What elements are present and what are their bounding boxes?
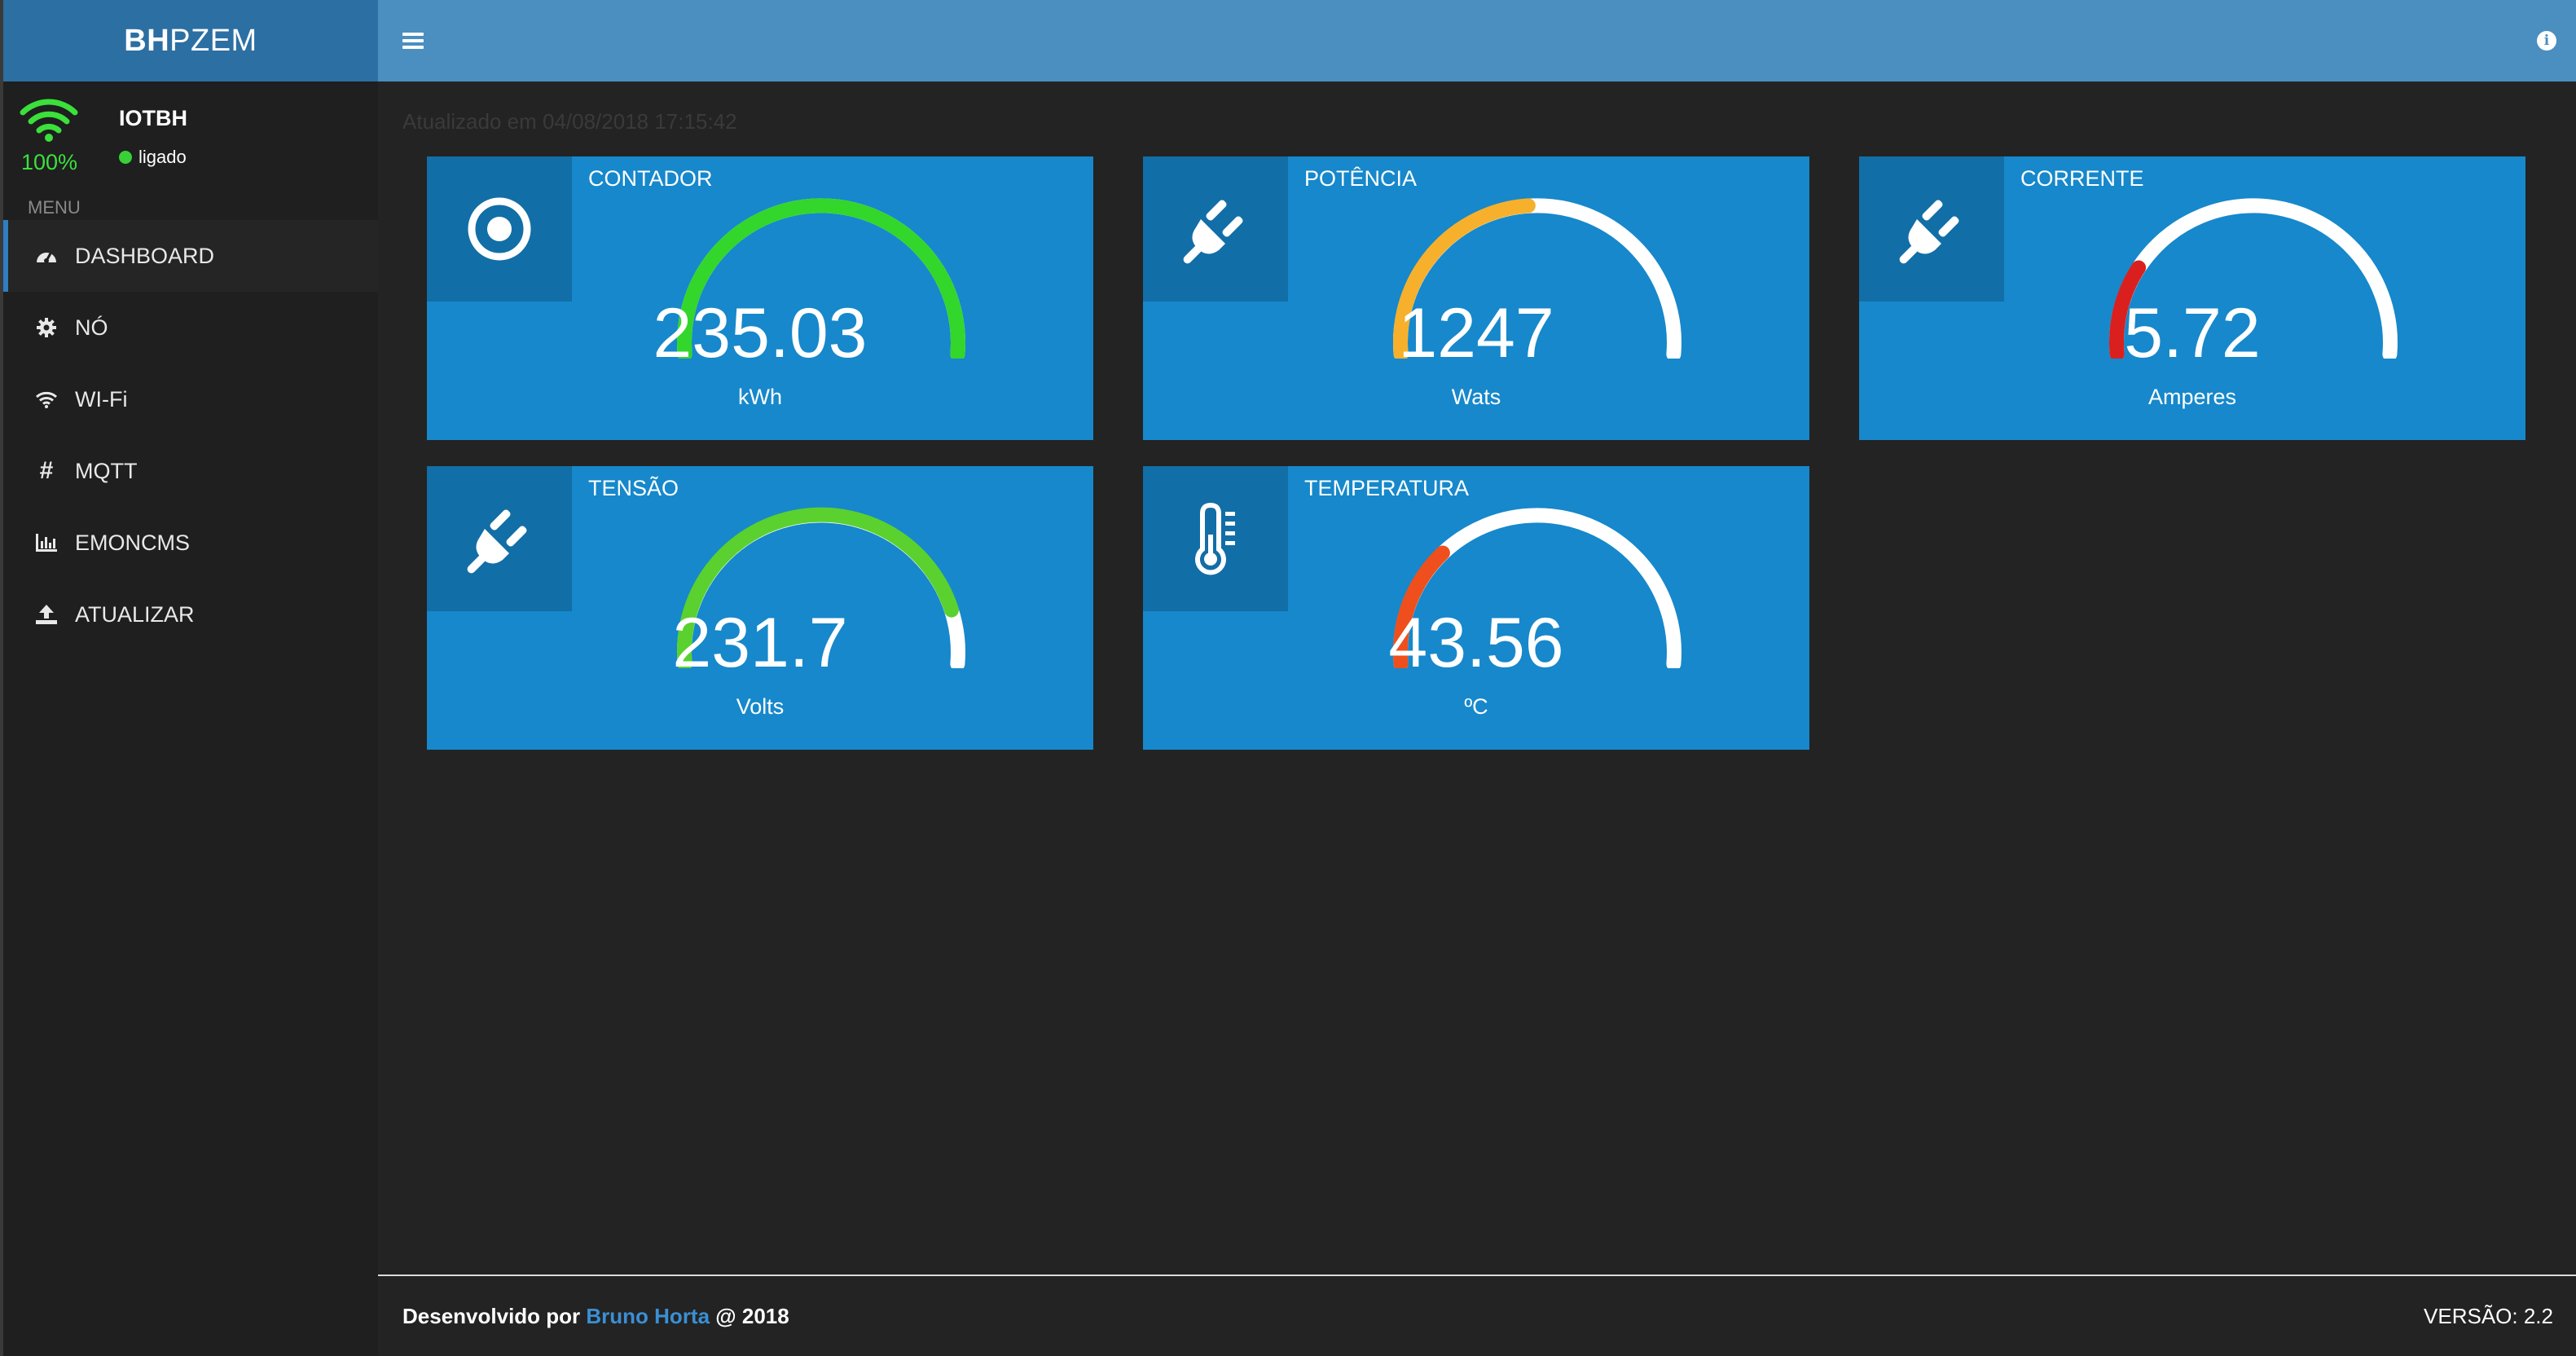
gear-icon [33,314,60,341]
signal-strength: 100% [21,150,78,174]
menu-header: MENU [28,197,81,218]
card-title: TEMPERATURA [1304,476,1470,500]
card-unit: Volts [736,694,785,719]
author-link[interactable]: Bruno Horta [586,1304,710,1328]
sidebar-item-atualizar[interactable]: ATUALIZAR [3,579,378,650]
wifi-ssid: IOTBH [119,106,187,130]
footer: Desenvolvido por Bruno Horta @ 2018 VERS… [378,1275,2576,1356]
card-unit: ºC [1464,694,1488,719]
footer-suffix: @ 2018 [715,1303,789,1328]
card-title: CONTADOR [588,166,713,191]
upload-icon [33,601,60,628]
card-value: 43.56 [1388,604,1564,682]
target-icon [427,156,572,302]
sidebar-item-no[interactable]: NÓ [3,292,378,363]
sidebar: BH PZEM 100% IOTBH ligado MENU DASHBOARD … [0,0,378,1356]
card-tensao: TENSÃO 231.7 Volts [427,466,1093,750]
sidebar-item-label: ATUALIZAR [75,601,195,627]
card-temperatura: TEMPERATURA 43.56 ºC [1143,466,1809,750]
sidebar-item-wifi[interactable]: WI-Fi [3,363,378,435]
card-corrente: CORRENTE 5.72 Amperes [1859,156,2525,440]
card-title: CORRENTE [2020,166,2144,191]
sidebar-item-label: MQTT [75,458,138,483]
card-title: TENSÃO [588,476,679,500]
dashboard-icon [33,242,60,270]
footer-prefix: Desenvolvido por [402,1303,581,1328]
bar-chart-icon [33,529,60,557]
info-icon[interactable]: i [2537,31,2556,51]
card-value: 235.03 [653,294,868,372]
card-title: POTÊNCIA [1304,166,1418,191]
status-dot-icon [119,151,132,164]
wifi-icon [33,385,60,413]
card-unit: kWh [738,385,782,409]
wifi-status-panel: 100% IOTBH ligado MENU [3,81,378,220]
card-potencia: POTÊNCIA 1247 Wats [1143,156,1809,440]
card-unit: Wats [1451,385,1501,409]
brand-light: PZEM [169,23,257,58]
sidebar-item-dashboard[interactable]: DASHBOARD [3,220,378,292]
sidebar-item-label: WI-Fi [75,386,128,412]
version-label: VERSÃO: 2.2 [2424,1303,2553,1328]
plug-icon [427,466,572,611]
brand-logo[interactable]: BH PZEM [3,0,378,81]
hamburger-icon[interactable] [402,33,424,49]
plug-icon [1143,156,1288,302]
sidebar-nav: DASHBOARD NÓ WI-Fi # MQTT EMONCMS ATUALI… [3,220,378,650]
wifi-icon [20,99,78,142]
footer-credits: Desenvolvido por Bruno Horta @ 2018 [402,1304,789,1329]
card-value: 1247 [1398,294,1554,372]
sidebar-item-label: NÓ [75,315,108,340]
card-value: 231.7 [672,604,848,682]
last-updated: Atualizado em 04/08/2018 17:15:42 [402,109,737,134]
card-value: 5.72 [2124,294,2261,372]
connection-status-text: ligado [138,147,187,167]
thermometer-icon [1143,466,1288,611]
sidebar-item-mqtt[interactable]: # MQTT [3,435,378,507]
card-unit: Amperes [2147,385,2237,409]
brand-bold: BH [124,23,170,58]
plug-icon [1859,156,2004,302]
top-bar: i [378,0,2576,81]
connection-status: ligado [119,147,187,168]
sidebar-item-label: DASHBOARD [75,243,215,268]
sidebar-item-label: EMONCMS [75,530,190,555]
hash-icon: # [39,457,54,484]
sidebar-item-emoncms[interactable]: EMONCMS [3,507,378,579]
card-contador: CONTADOR 235.03 kWh [427,156,1093,440]
